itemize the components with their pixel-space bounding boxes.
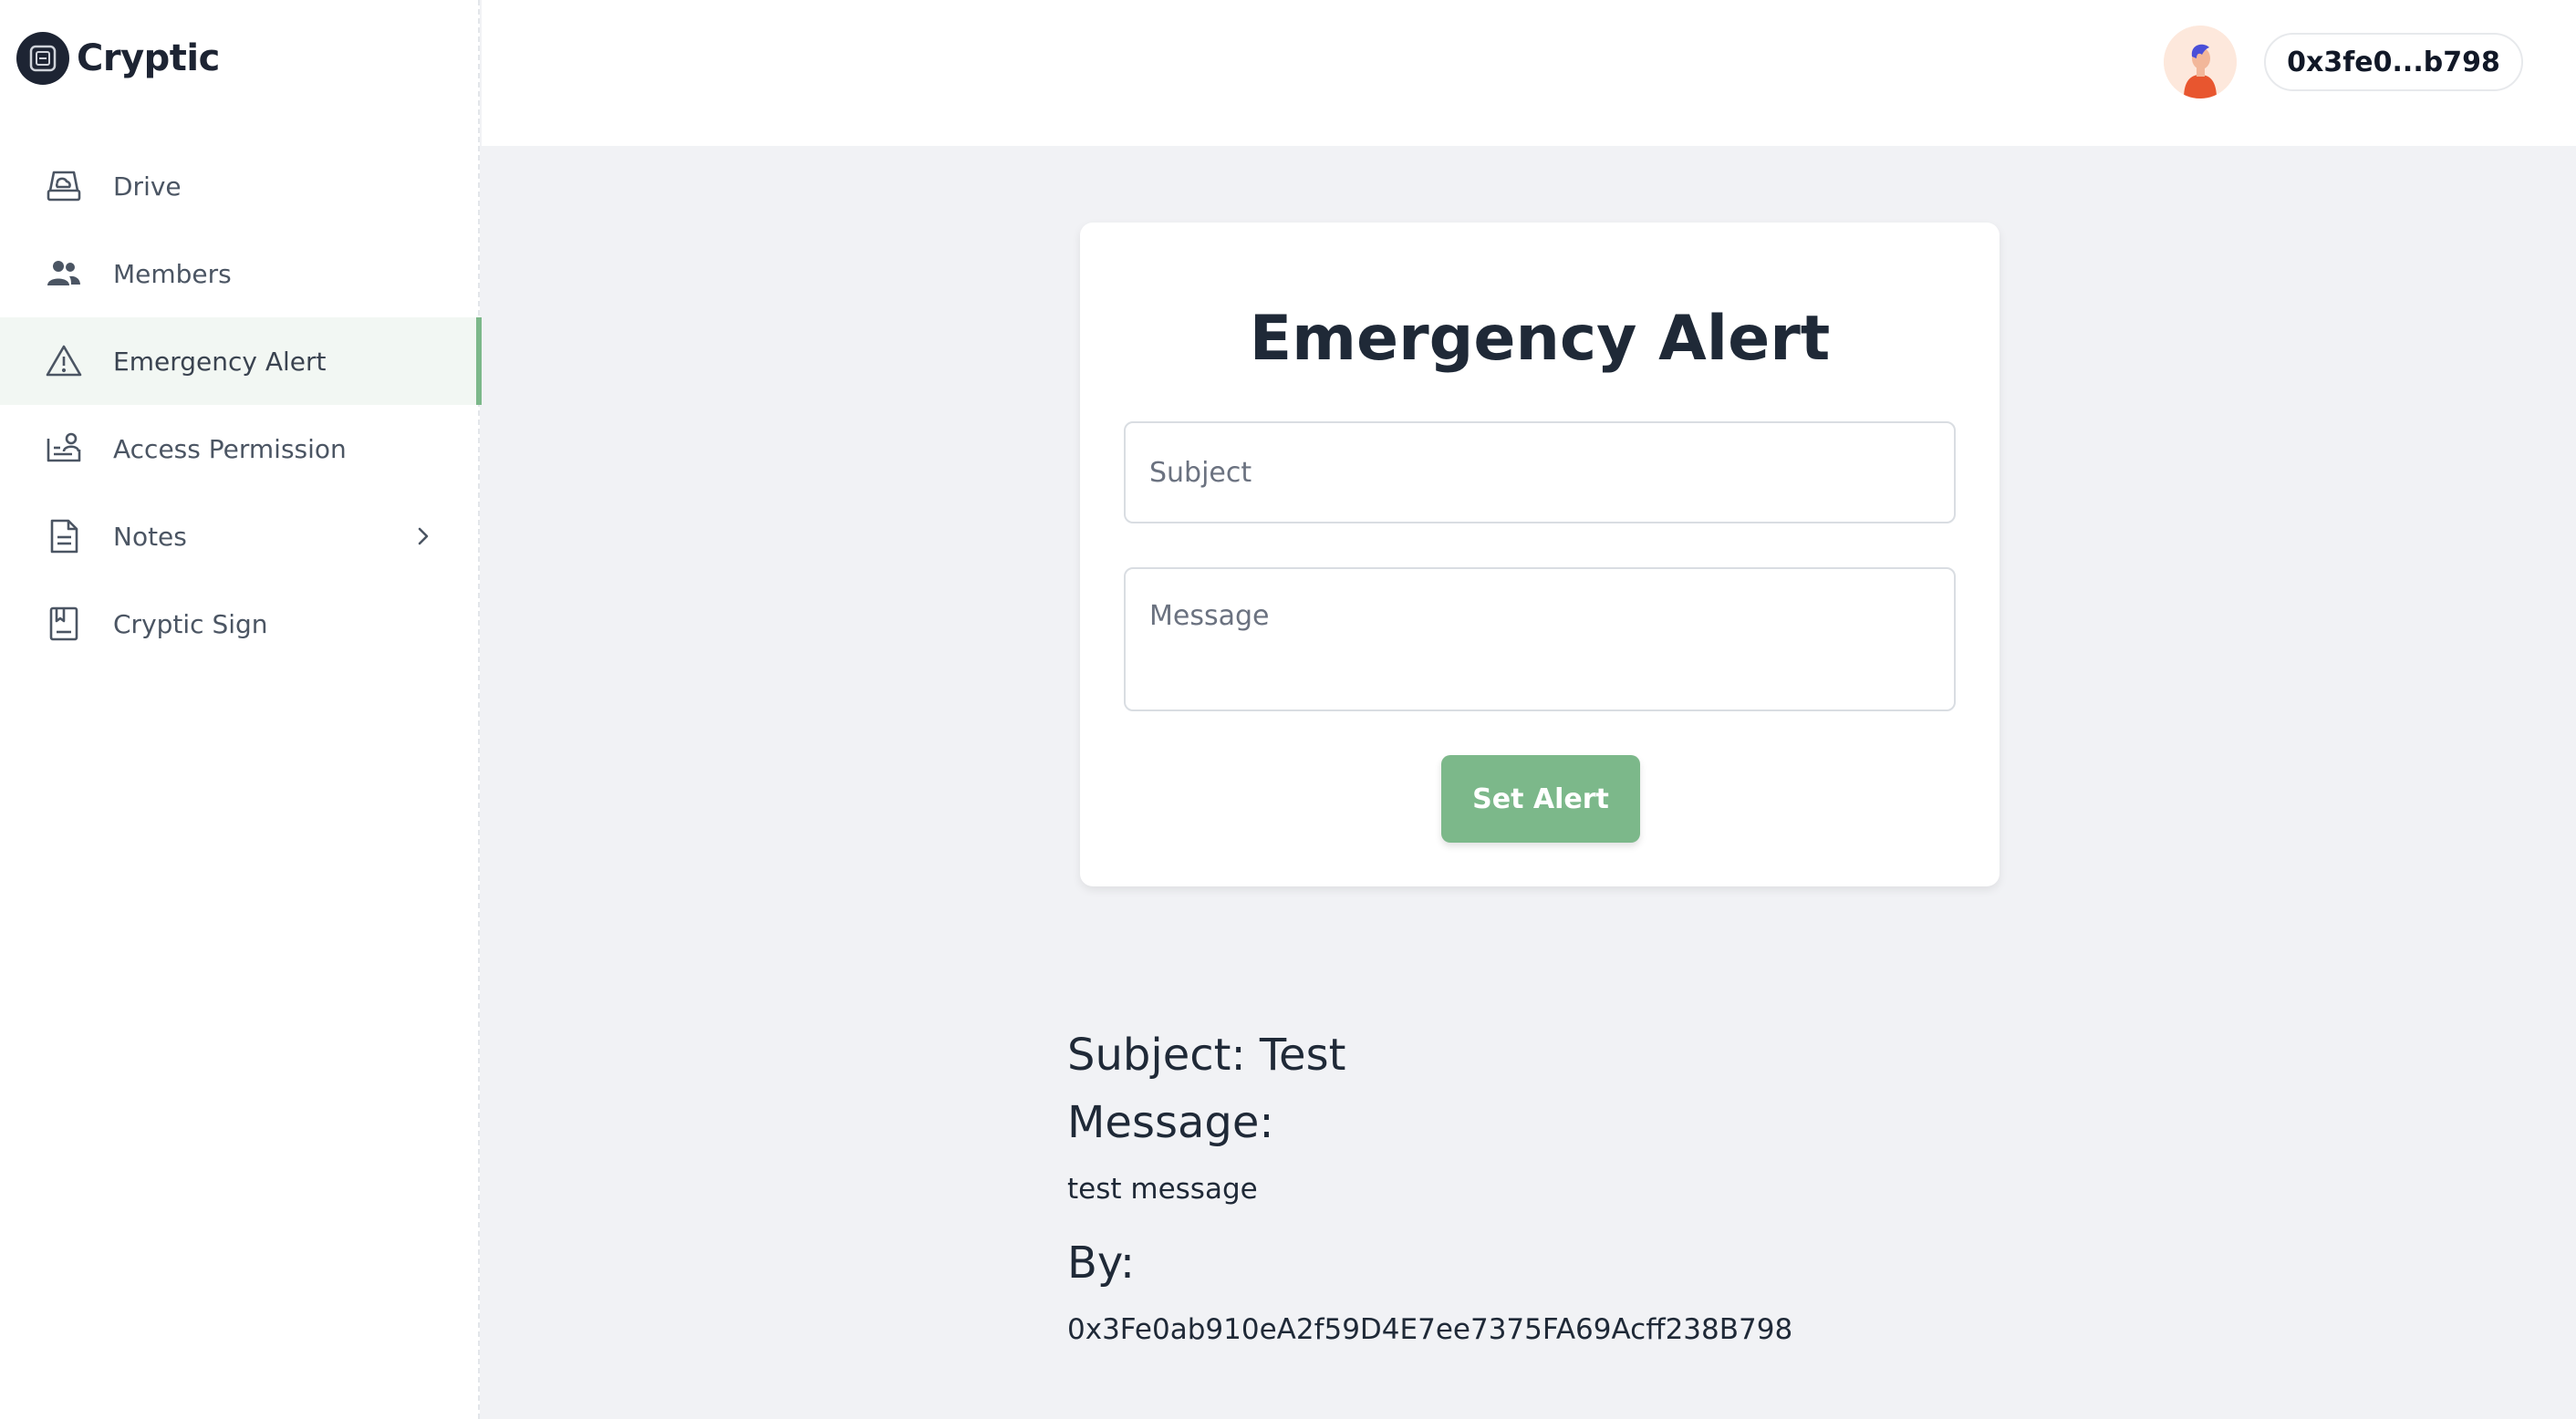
sign-document-icon <box>44 604 84 644</box>
sidebar-item-label: Notes <box>113 521 187 552</box>
wallet-address-button[interactable]: 0x3fe0...b798 <box>2264 33 2523 91</box>
set-alert-button[interactable]: Set Alert <box>1441 755 1640 843</box>
chevron-right-icon[interactable] <box>410 523 436 549</box>
alert-by-address: 0x3Fe0ab910eA2f59D4E7ee7375FA69Acff238B7… <box>1067 1313 1793 1346</box>
subject-input[interactable] <box>1124 421 1956 523</box>
sidebar-item-emergency-alert[interactable]: Emergency Alert <box>0 317 482 405</box>
alert-message: test message <box>1067 1173 1258 1206</box>
members-icon <box>44 254 84 294</box>
sidebar-item-label: Emergency Alert <box>113 346 327 377</box>
logo-icon <box>16 32 69 85</box>
app-name: Cryptic <box>77 37 220 79</box>
warning-icon <box>44 341 84 381</box>
avatar[interactable] <box>2164 26 2237 98</box>
message-textarea[interactable] <box>1124 567 1956 711</box>
cryptic-logo[interactable]: Cryptic <box>16 31 220 86</box>
page-title: Emergency Alert <box>1249 303 1831 375</box>
drive-icon <box>44 166 84 206</box>
alert-message-heading: Message: <box>1067 1097 1274 1148</box>
sidebar-item-label: Members <box>113 258 232 289</box>
topbar: 0x3fe0...b798 <box>482 0 2576 146</box>
alert-by-heading: By: <box>1067 1238 1136 1289</box>
sidebar-item-label: Cryptic Sign <box>113 608 268 639</box>
sidebar-item-drive[interactable]: Drive <box>0 142 480 230</box>
access-permission-icon <box>44 429 84 469</box>
alert-subject: Subject: Test <box>1067 1030 1346 1081</box>
sidebar: Cryptic Drive Members Emergency Alert Ac… <box>0 0 482 1419</box>
emergency-alert-card: Emergency Alert Set Alert <box>1080 223 2000 886</box>
sidebar-item-label: Drive <box>113 171 182 202</box>
notes-icon <box>44 516 84 556</box>
sidebar-item-members[interactable]: Members <box>0 230 480 317</box>
sidebar-item-access-permission[interactable]: Access Permission <box>0 405 480 492</box>
sidebar-item-notes[interactable]: Notes <box>0 492 480 580</box>
sidebar-item-label: Access Permission <box>113 433 347 464</box>
sidebar-nav: Drive Members Emergency Alert Access Per… <box>0 142 482 668</box>
sidebar-item-cryptic-sign[interactable]: Cryptic Sign <box>0 580 480 668</box>
